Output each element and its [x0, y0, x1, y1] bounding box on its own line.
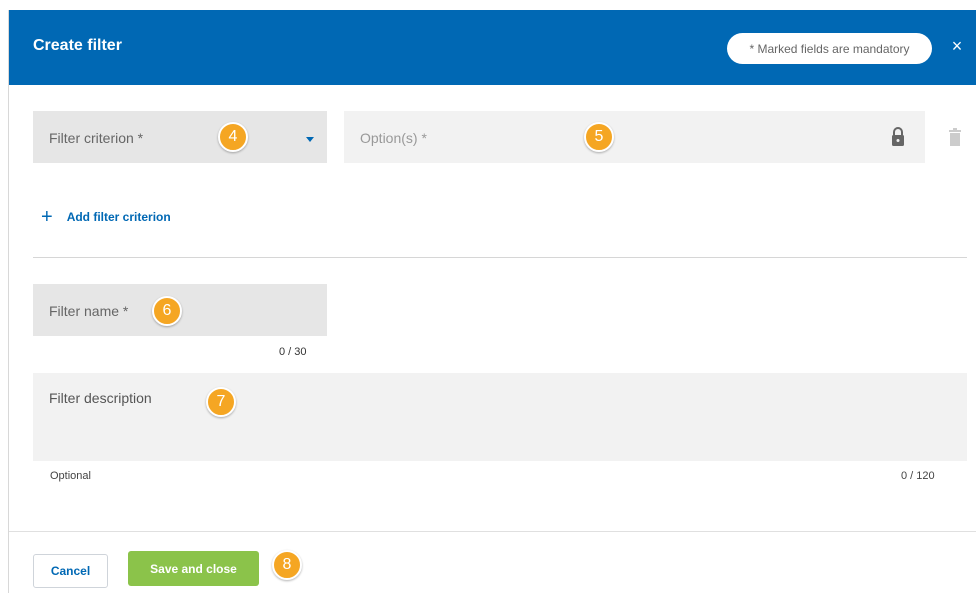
filter-name-label: Filter name * [49, 303, 129, 319]
callout-badge-7: 7 [206, 387, 236, 417]
trash-icon[interactable] [949, 128, 961, 146]
callout-badge-8: 8 [272, 550, 302, 580]
add-filter-criterion-label: Add filter criterion [66, 210, 171, 224]
callout-badge-4: 4 [218, 122, 248, 152]
filter-criterion-select[interactable]: Filter criterion * [33, 111, 327, 163]
filter-description-label: Filter description [49, 390, 152, 406]
plus-icon: + [41, 206, 53, 228]
close-icon[interactable]: × [947, 36, 967, 56]
filter-description-hint: Optional [50, 470, 91, 482]
filter-criterion-label: Filter criterion * [49, 130, 144, 146]
filter-description-counter: 0 / 120 [901, 470, 935, 482]
filter-description-textarea[interactable]: Filter description [33, 373, 967, 461]
create-filter-dialog: Create filter * Marked fields are mandat… [8, 10, 976, 593]
footer-divider [9, 531, 976, 532]
dialog-header: Create filter * Marked fields are mandat… [9, 10, 976, 85]
options-field[interactable]: Option(s) * [344, 111, 925, 163]
save-and-close-button[interactable]: Save and close [128, 551, 259, 586]
filter-name-counter: 0 / 30 [279, 346, 307, 358]
options-label: Option(s) * [360, 130, 427, 146]
section-divider [33, 257, 967, 258]
callout-badge-6: 6 [152, 296, 182, 326]
chevron-down-icon [306, 137, 314, 142]
cancel-button[interactable]: Cancel [33, 554, 108, 588]
dialog-title: Create filter [33, 37, 122, 54]
mandatory-fields-note: * Marked fields are mandatory [727, 33, 932, 64]
add-filter-criterion-button[interactable]: + Add filter criterion [41, 207, 171, 227]
lock-icon [892, 127, 904, 146]
callout-badge-5: 5 [584, 122, 614, 152]
